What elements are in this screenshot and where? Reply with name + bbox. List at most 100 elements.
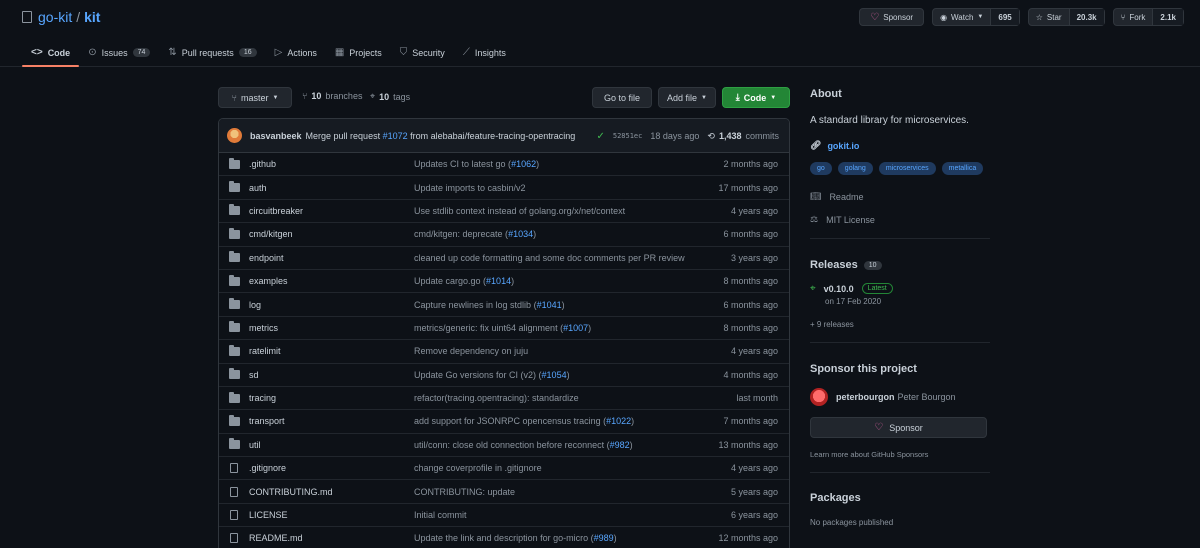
commit-message-text[interactable]: Update the link and description for go-m… [414, 533, 594, 543]
file-name-link[interactable]: .gitignore [249, 463, 286, 473]
tab-projects[interactable]: ▦ Projects [326, 38, 391, 67]
file-name-link[interactable]: .github [249, 159, 276, 169]
file-name-link[interactable]: ratelimit [249, 346, 281, 356]
fork-button[interactable]: ⑂ Fork 2.1k [1112, 8, 1184, 26]
sponsor-button[interactable]: ♡ Sponsor [810, 417, 987, 438]
readme-link[interactable]: 📖︎ Readme [810, 191, 863, 202]
commit-pr-link[interactable]: #982 [610, 440, 630, 450]
commit-message-text[interactable]: Update cargo.go ( [414, 276, 486, 286]
star-count[interactable]: 20.3k [1068, 9, 1104, 25]
table-row[interactable]: CONTRIBUTING.md CONTRIBUTING: update 5 yea… [219, 480, 789, 504]
commit-message-text[interactable]: Update Go versions for CI (v2) ( [414, 370, 542, 380]
file-name-link[interactable]: LICENSE [249, 510, 288, 520]
file-name-link[interactable]: transport [249, 416, 285, 426]
branch-select-button[interactable]: ⑂ master ▼ [218, 87, 292, 108]
file-name-link[interactable]: sd [249, 370, 259, 380]
tab-insights[interactable]: ⟋ Insights [454, 38, 515, 67]
learn-sponsors-link[interactable]: Learn more about GitHub Sponsors [810, 450, 928, 459]
avatar[interactable] [227, 128, 242, 143]
commit-sha-link[interactable]: 52851ec [613, 132, 643, 140]
file-name-link[interactable]: README.md [249, 533, 303, 543]
repo-owner-link[interactable]: go-kit [38, 9, 72, 25]
tab-code[interactable]: <> Code [22, 38, 80, 67]
homepage-link[interactable]: 🔗︎ gokit.io [810, 140, 859, 151]
file-name-link[interactable]: metrics [249, 323, 278, 333]
topic-tag[interactable]: microservices [878, 162, 936, 175]
check-icon[interactable]: ✓ [596, 131, 604, 142]
commit-message-link[interactable]: Update cargo.go (#1014) [414, 276, 514, 286]
commit-pr-link[interactable]: #1054 [542, 370, 567, 380]
file-name-link[interactable]: tracing [249, 393, 276, 403]
table-row[interactable]: LICENSE Initial commit 6 years ago [219, 504, 789, 528]
commit-message-text[interactable]: Updates CI to latest go ( [414, 159, 511, 169]
table-row[interactable]: util util/conn: close old connection befo… [219, 434, 789, 458]
file-name-link[interactable]: examples [249, 276, 288, 286]
file-name-link[interactable]: endpoint [249, 253, 284, 263]
table-row[interactable]: .gitignore change coverprofile in .gitign… [219, 457, 789, 481]
table-row[interactable]: auth Update imports to casbin/v2 17 months… [219, 176, 789, 200]
file-name-link[interactable]: log [249, 300, 261, 310]
table-row[interactable]: endpoint cleaned up code formatting and s… [219, 247, 789, 270]
commit-pr-link[interactable]: #1034 [508, 229, 533, 239]
table-row[interactable]: README.md Update the link and description… [219, 527, 789, 548]
tags-link[interactable]: ⌖ 10 tags [370, 91, 410, 102]
file-name-link[interactable]: CONTRIBUTING.md [249, 487, 333, 497]
sponsor-user-link[interactable]: peterbourgon Peter Bourgon [810, 388, 956, 406]
watch-count[interactable]: 695 [990, 9, 1019, 25]
more-releases-link[interactable]: + 9 releases [810, 320, 854, 329]
branches-link[interactable]: ⑂ 10 branches [302, 91, 362, 101]
go-to-file-button[interactable]: Go to file [592, 87, 652, 108]
tab-actions[interactable]: ▷ Actions [266, 38, 326, 67]
file-name-link[interactable]: util [249, 440, 261, 450]
commit-message-text[interactable]: cleaned up code formatting and some doc … [414, 253, 685, 263]
commit-message-text[interactable]: Initial commit [414, 510, 467, 520]
table-row[interactable]: examples Update cargo.go (#1014) 8 months … [219, 270, 789, 294]
tab-issues[interactable]: ⊙ Issues 74 [79, 38, 159, 67]
commit-message-link[interactable]: Remove dependency on juju [414, 346, 528, 356]
tab-pull-requests[interactable]: ⇅ Pull requests 16 [159, 38, 265, 67]
commit-message-text[interactable]: add support for JSONRPC opencensus traci… [414, 416, 606, 426]
table-row[interactable]: ratelimit Remove dependency on juju 4 year… [219, 340, 789, 364]
commit-message-link[interactable]: Update Go versions for CI (v2) (#1054) [414, 370, 570, 380]
commit-message-link[interactable]: refactor(tracing.opentracing): standardi… [414, 393, 579, 403]
topic-tag[interactable]: golang [837, 162, 873, 175]
commit-message-text[interactable]: Remove dependency on juju [414, 346, 528, 356]
commit-message-text[interactable]: cmd/kitgen: deprecate ( [414, 229, 508, 239]
file-name-link[interactable]: circuitbreaker [249, 206, 303, 216]
file-name-link[interactable]: auth [249, 183, 267, 193]
sponsor-header-button[interactable]: ♡ Sponsor [859, 8, 925, 26]
fork-count[interactable]: 2.1k [1152, 9, 1183, 25]
commits-history-link[interactable]: ⟲ 1,438 commits [707, 131, 779, 142]
table-row[interactable]: tracing refactor(tracing.opentracing): st… [219, 387, 789, 411]
commit-pr-link[interactable]: #1041 [537, 300, 562, 310]
table-row[interactable]: .github Updates CI to latest go (#1062) 2 … [219, 153, 789, 177]
commit-message-text[interactable]: metrics/generic: fix uint64 alignment ( [414, 323, 563, 333]
commit-pr-link[interactable]: #1022 [606, 416, 631, 426]
commit-message-link[interactable]: Update the link and description for go-m… [414, 533, 617, 543]
commit-message-text[interactable]: refactor(tracing.opentracing): standardi… [414, 393, 579, 403]
commit-message-link[interactable]: Update imports to casbin/v2 [414, 183, 526, 193]
table-row[interactable]: transport add support for JSONRPC opencen… [219, 410, 789, 434]
commit-message-link[interactable]: CONTRIBUTING: update [414, 487, 515, 497]
commit-pr-link[interactable]: #989 [594, 533, 614, 543]
commit-pr-link[interactable]: #1072 [383, 131, 408, 141]
commit-message-link[interactable]: metrics/generic: fix uint64 alignment (#… [414, 323, 591, 333]
add-file-button[interactable]: Add file ▼ [658, 87, 716, 108]
commit-message-text[interactable]: Capture newlines in log stdlib ( [414, 300, 537, 310]
commit-message-prefix[interactable]: Merge pull request [306, 131, 381, 141]
releases-heading-link[interactable]: Releases 10 [810, 259, 882, 271]
commit-message-text[interactable]: CONTRIBUTING: update [414, 487, 515, 497]
commit-message-link[interactable]: Use stdlib context instead of golang.org… [414, 206, 625, 216]
latest-release-link[interactable]: ⌖ v0.10.0 Latest [810, 283, 893, 294]
tab-security[interactable]: ⛉ Security [391, 38, 454, 67]
commit-message-link[interactable]: Updates CI to latest go (#1062) [414, 159, 539, 169]
commit-message-text[interactable]: Update imports to casbin/v2 [414, 183, 526, 193]
commit-message-text[interactable]: change coverprofile in .gitignore [414, 463, 542, 473]
repo-name-link[interactable]: kit [84, 9, 100, 25]
topic-tag[interactable]: go [810, 162, 832, 175]
commit-message-link[interactable]: cmd/kitgen: deprecate (#1034) [414, 229, 536, 239]
commit-message-link[interactable]: Capture newlines in log stdlib (#1041) [414, 300, 565, 310]
star-button[interactable]: ☆ Star 20.3k [1027, 8, 1105, 26]
topic-tag[interactable]: metallica [941, 162, 984, 175]
commit-message-link[interactable]: cleaned up code formatting and some doc … [414, 253, 685, 263]
